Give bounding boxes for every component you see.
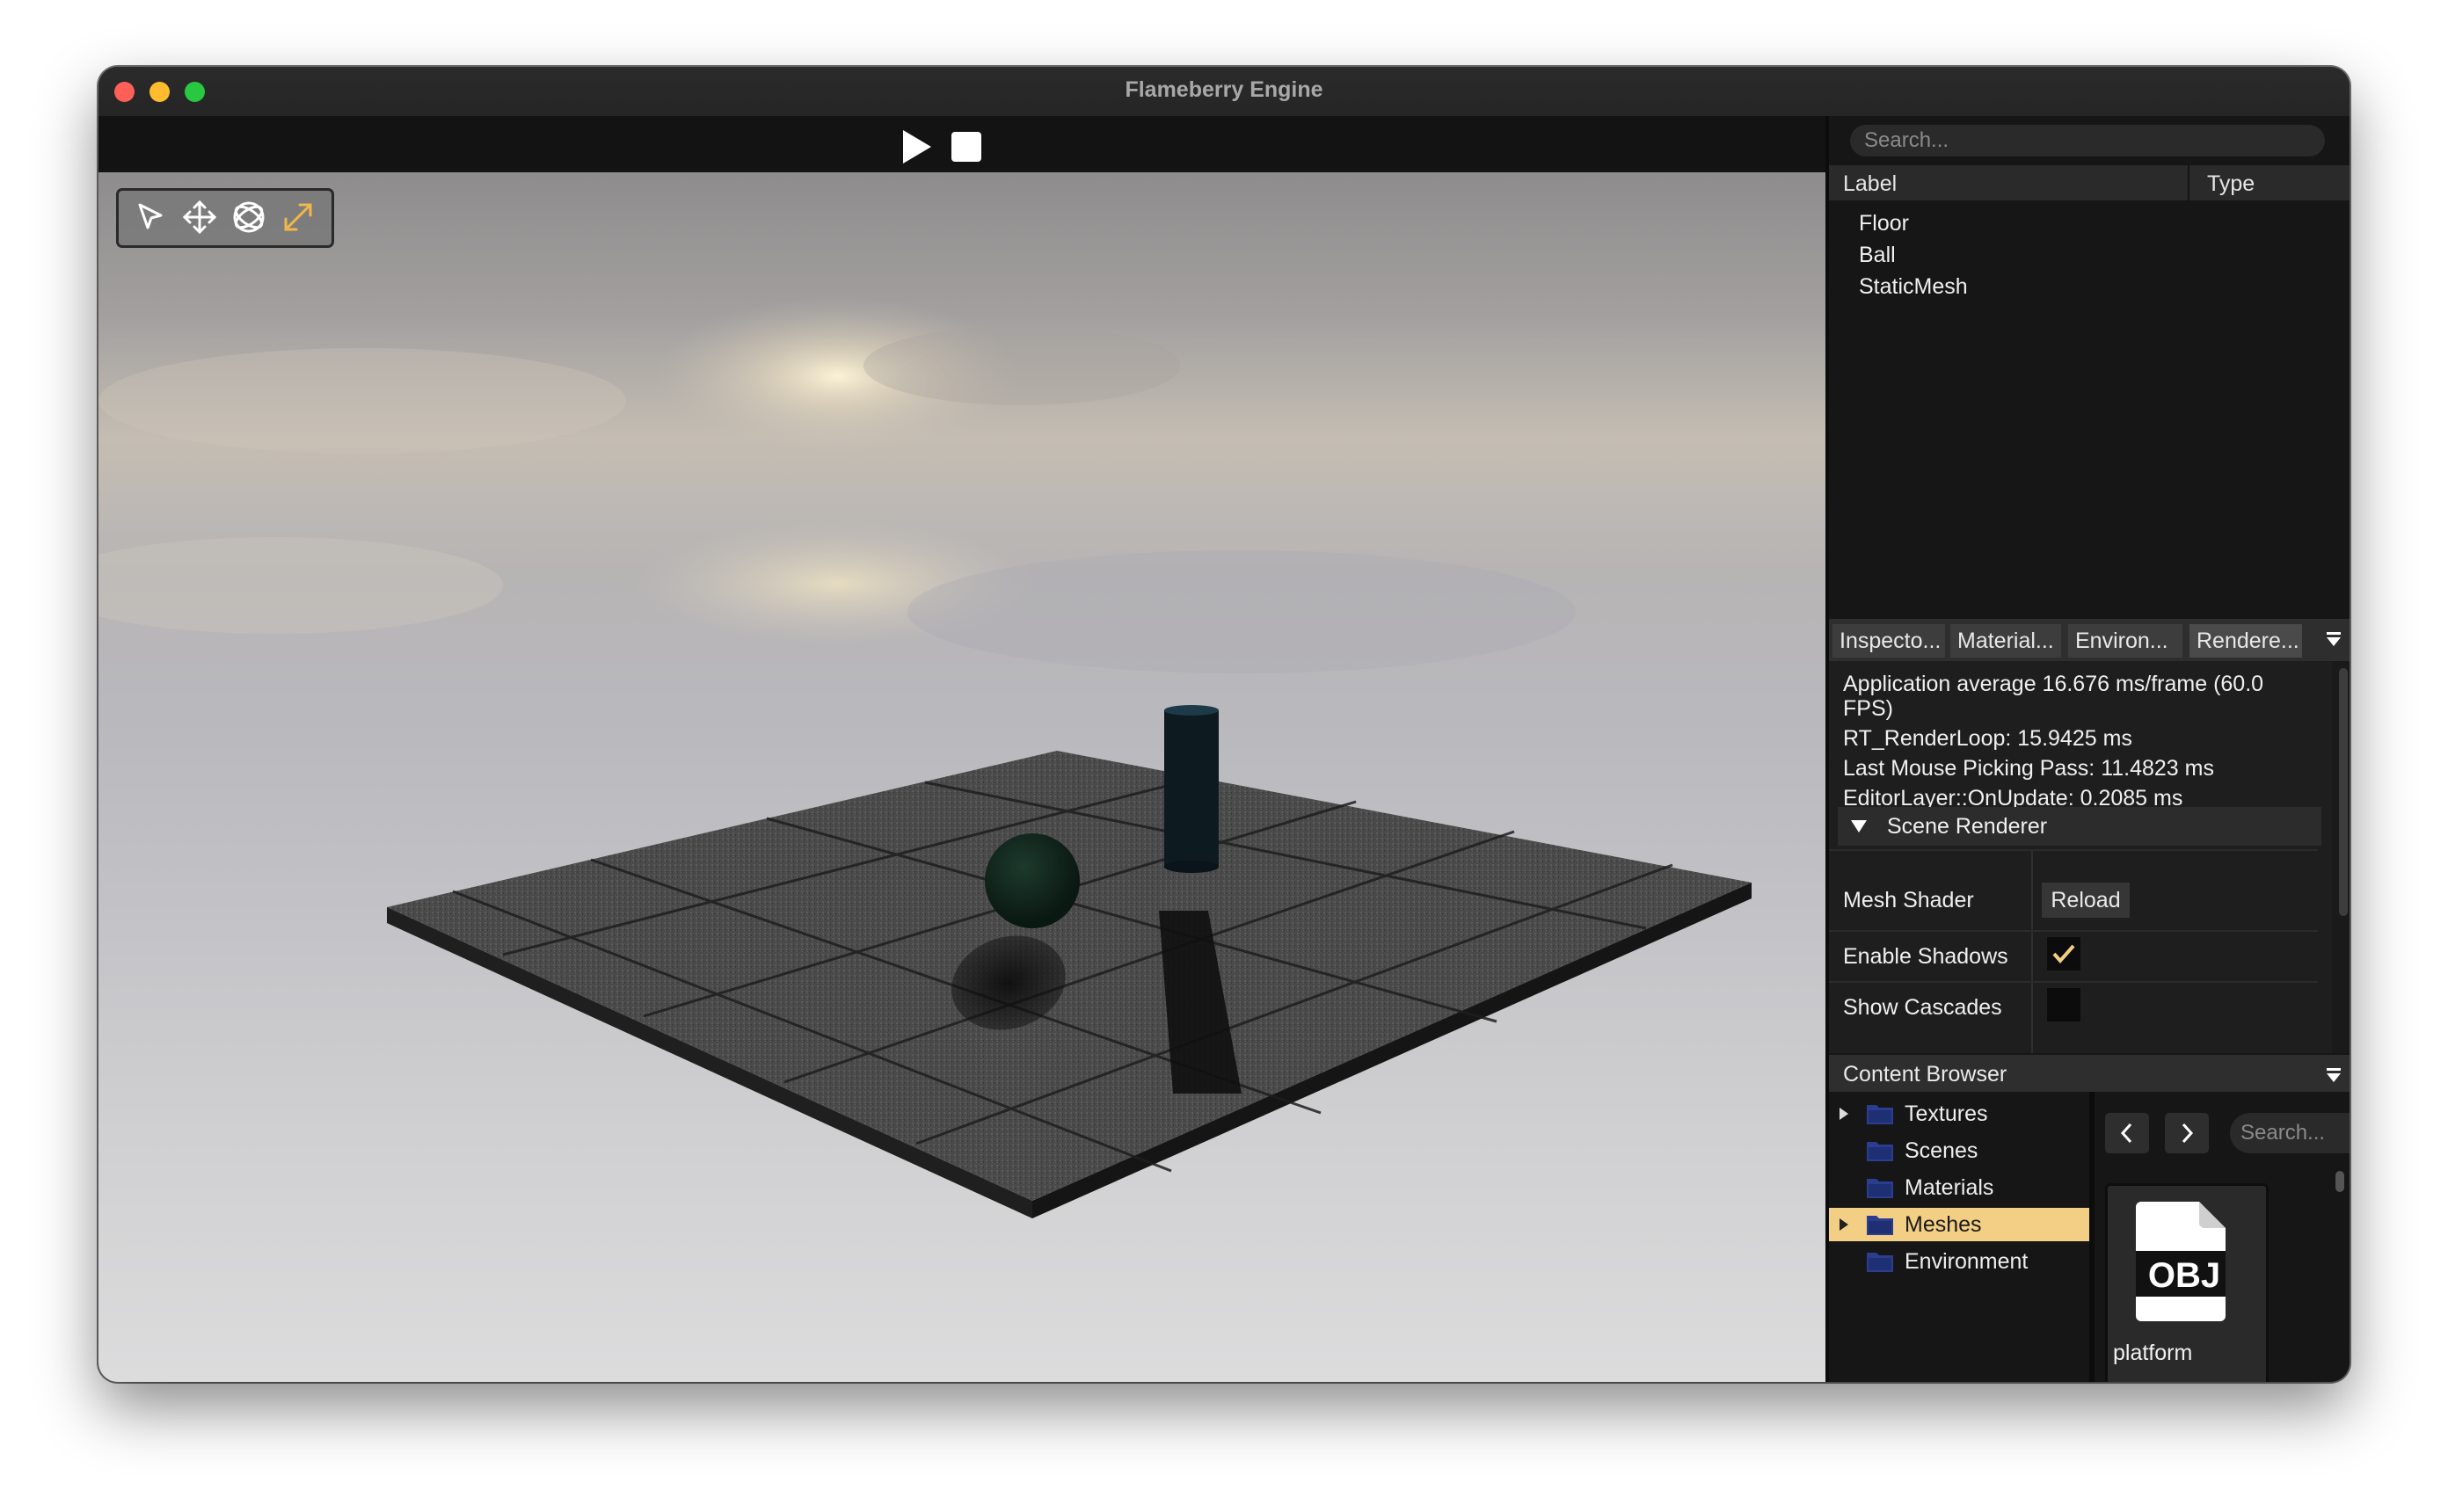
hierarchy-item-ball[interactable]: Ball — [1859, 243, 1896, 268]
chevron-right-icon — [2182, 1123, 2194, 1144]
divider — [1829, 981, 2318, 983]
hierarchy-search-input[interactable] — [1850, 125, 2325, 156]
hierarchy-item-staticmesh[interactable]: StaticMesh — [1859, 274, 1968, 300]
asset-name: platform — [2113, 1341, 2193, 1365]
reload-button[interactable]: Reload — [2042, 883, 2130, 918]
folder-name: Materials — [1905, 1175, 1994, 1200]
column-separator[interactable] — [2188, 165, 2189, 200]
show-cascades-label: Show Cascades — [1843, 995, 2002, 1020]
rotate-icon[interactable] — [230, 198, 268, 236]
scrollbar-thumb[interactable] — [2339, 668, 2348, 916]
column-label[interactable]: Label — [1843, 171, 1897, 197]
tab-inspector[interactable]: Inspecto... — [1832, 624, 1945, 658]
folder-icon — [1867, 1142, 1893, 1161]
property-column-divider — [2031, 851, 2033, 1053]
expand-arrow-icon[interactable] — [1840, 1108, 1848, 1120]
asset-tile[interactable]: OBJ platform — [2105, 1183, 2269, 1382]
panel-tabs: Inspecto... Material... Environ... Rende… — [1829, 619, 2350, 661]
folder-icon — [1867, 1105, 1893, 1124]
collapse-arrow-icon — [1851, 820, 1867, 832]
folder-scenes[interactable]: Scenes — [1829, 1134, 2089, 1167]
dropdown-icon[interactable] — [2325, 1067, 2342, 1085]
tab-renderer[interactable]: Rendere... — [2189, 624, 2302, 658]
folder-textures[interactable]: Textures — [1829, 1097, 2089, 1130]
scene-renderer-title: Scene Renderer — [1887, 814, 2048, 839]
content-scrollbar[interactable] — [2335, 1171, 2344, 1192]
inspector-scrollbar[interactable] — [2332, 661, 2350, 1053]
right-panel: Label Type Floor Ball StaticMesh Inspect… — [1825, 116, 2350, 1382]
folder-name: Textures — [1905, 1101, 1988, 1126]
folder-materials[interactable]: Materials — [1829, 1171, 2089, 1204]
content-browser-splitter[interactable] — [2089, 1092, 2095, 1382]
content-browser-header: Content Browser — [1829, 1055, 2350, 1092]
folder-name: Environment — [1905, 1249, 2029, 1274]
hierarchy-item-floor[interactable]: Floor — [1859, 211, 1909, 236]
scene-viewport[interactable] — [98, 172, 1825, 1382]
content-browser-title[interactable]: Content Browser — [1843, 1062, 2007, 1087]
title-bar: Flameberry Engine — [98, 67, 2350, 118]
stat-app-average: Application average 16.676 ms/frame (60.… — [1843, 672, 2264, 721]
forward-button[interactable] — [2165, 1113, 2209, 1153]
back-button[interactable] — [2105, 1113, 2149, 1153]
folder-environment[interactable]: Environment — [1829, 1245, 2089, 1278]
translate-icon[interactable] — [180, 198, 219, 236]
scene-render — [98, 172, 1825, 1382]
select-cursor-icon[interactable] — [131, 198, 170, 236]
scene-renderer-header[interactable]: Scene Renderer — [1838, 807, 2321, 846]
folder-icon — [1867, 1179, 1893, 1198]
folder-tree: Textures Scenes Materials Meshes Environ… — [1829, 1092, 2089, 1382]
checkmark-icon — [2052, 944, 2075, 964]
folder-meshes[interactable]: Meshes — [1829, 1208, 2089, 1241]
window-title: Flameberry Engine — [1125, 77, 1323, 102]
stat-render-loop: RT_RenderLoop: 15.9425 ms — [1843, 726, 2132, 751]
expand-arrow-icon[interactable] — [1840, 1218, 1848, 1231]
divider — [1829, 930, 2318, 932]
mesh-shader-label: Mesh Shader — [1843, 888, 1974, 912]
viewport-toolbar — [98, 116, 1825, 174]
enable-shadows-checkbox[interactable] — [2047, 937, 2080, 970]
asset-badge: OBJ — [2147, 1256, 2221, 1295]
gizmo-toolbar — [116, 188, 334, 248]
stop-icon[interactable] — [951, 132, 981, 162]
content-search-input[interactable] — [2230, 1113, 2350, 1153]
tab-material[interactable]: Material... — [1950, 624, 2061, 658]
hierarchy-header: Label Type — [1829, 165, 2350, 200]
renderer-stats-panel: Application average 16.676 ms/frame (60.… — [1829, 661, 2332, 1053]
show-cascades-checkbox[interactable] — [2047, 988, 2080, 1021]
folder-name: Scenes — [1905, 1138, 1978, 1163]
folder-name: Meshes — [1905, 1212, 1982, 1237]
column-type[interactable]: Type — [2207, 171, 2255, 197]
play-icon[interactable] — [903, 130, 931, 164]
folder-icon — [1867, 1253, 1893, 1272]
divider — [1829, 849, 2318, 851]
chevron-left-icon — [2120, 1123, 2132, 1144]
app-window: Flameberry Engine Search... Label Type F… — [98, 67, 2350, 1382]
stat-mouse-picking: Last Mouse Picking Pass: 11.4823 ms — [1843, 756, 2214, 781]
folder-icon — [1867, 1216, 1893, 1235]
tab-environment[interactable]: Environ... — [2068, 624, 2182, 658]
dropdown-icon[interactable] — [2325, 631, 2342, 649]
enable-shadows-label: Enable Shadows — [1843, 944, 2008, 969]
scale-icon[interactable] — [279, 198, 317, 236]
